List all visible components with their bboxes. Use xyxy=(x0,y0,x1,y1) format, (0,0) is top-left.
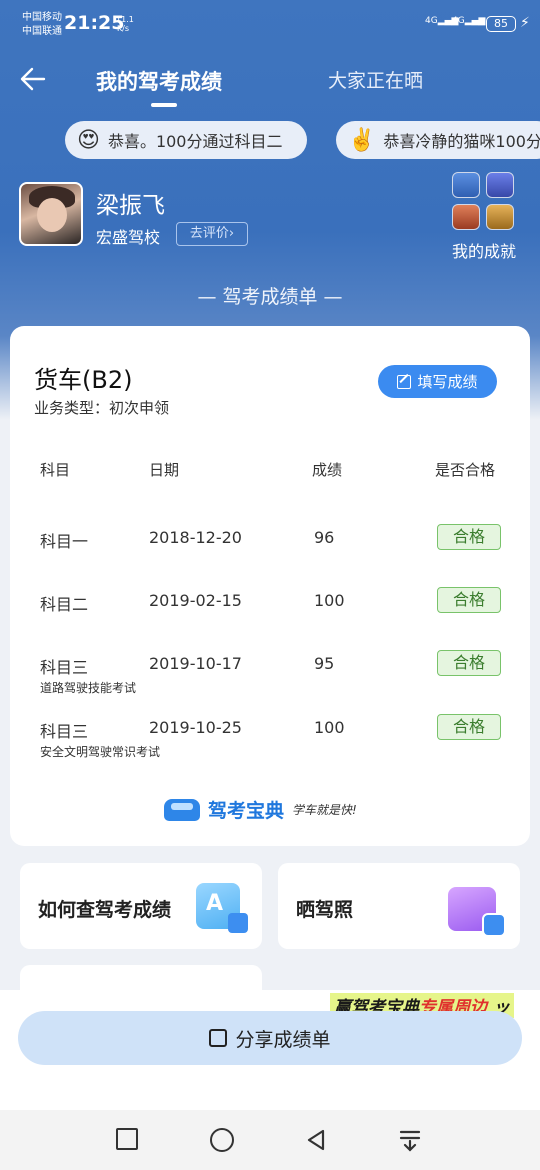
search-document-icon: A xyxy=(196,883,248,933)
signal-label-1: 4G xyxy=(425,16,438,26)
business-type: 业务类型：初次申领 xyxy=(34,399,170,417)
carrier-1: 中国移动 xyxy=(22,12,62,23)
table-row: 科目三 2019-10-25 100 合格 安全文明驾驶常识考试 xyxy=(10,714,530,778)
notification-pull-icon[interactable] xyxy=(398,1128,422,1152)
date-cell: 2019-02-15 xyxy=(149,591,242,610)
header-score: 成绩 xyxy=(312,461,343,479)
signal-label-2: 4G xyxy=(452,16,465,26)
how-to-query-card[interactable]: 如何查驾考成绩 A xyxy=(20,863,262,949)
share-button-label: 分享成绩单 xyxy=(235,1028,331,1051)
pass-badge: 合格 xyxy=(437,524,501,550)
pass-badge: 合格 xyxy=(437,714,501,740)
header-date: 日期 xyxy=(149,461,180,479)
vehicle-type: 货车(B2) xyxy=(34,366,133,394)
score-cell: 100 xyxy=(314,718,345,737)
exam-note: 安全文明驾驶常识考试 xyxy=(40,745,161,759)
back-triangle-icon[interactable] xyxy=(304,1128,328,1152)
ticker-text: 恭喜。100分通过科目二 xyxy=(107,132,283,151)
table-row: 科目一 2018-12-20 96 合格 xyxy=(10,524,530,588)
battery-icon: 85 xyxy=(486,16,516,32)
network-speed: 11.1 K/s xyxy=(116,15,134,33)
score-card: 货车(B2) 业务类型：初次申领 填写成绩 科目 日期 成绩 是否合格 科目一 … xyxy=(10,326,530,846)
edit-icon xyxy=(397,374,412,389)
brand-logo: 驾考宝典 学车就是快! xyxy=(164,796,357,823)
avatar[interactable] xyxy=(19,182,83,246)
tab-everyone-sharing[interactable]: 大家正在晒 xyxy=(328,66,423,93)
subject-cell: 科目二 xyxy=(40,595,89,614)
photo-camera-icon xyxy=(448,887,506,937)
carrier-2: 中国联通 xyxy=(22,26,62,37)
pass-badge: 合格 xyxy=(437,587,501,613)
carrier-labels: 中国移动 中国联通 xyxy=(22,11,62,39)
charging-icon: ⚡ xyxy=(520,15,530,31)
driving-school: 宏盛驾校 xyxy=(96,228,161,247)
signal-icon-2: 4G▂▄▆ xyxy=(452,16,486,26)
home-icon[interactable] xyxy=(210,1128,234,1152)
badge-icon xyxy=(486,172,514,198)
score-cell: 96 xyxy=(314,528,335,547)
brand-slogan: 学车就是快! xyxy=(292,803,357,817)
share-license-card[interactable]: 晒驾照 xyxy=(278,863,520,949)
table-row: 科目三 2019-10-17 95 合格 道路驾驶技能考试 xyxy=(10,650,530,714)
pass-badge: 合格 xyxy=(437,650,501,676)
net-speed-value: 11.1 xyxy=(116,15,134,24)
section-title: — 驾考成绩单 — xyxy=(197,286,343,308)
share-report-button[interactable]: 分享成绩单 xyxy=(18,1011,522,1065)
achievement-badges[interactable] xyxy=(452,172,518,234)
system-nav-bar xyxy=(0,1110,540,1170)
ticker-item[interactable]: 😍 恭喜。100分通过科目二 xyxy=(65,121,307,159)
recent-apps-icon[interactable] xyxy=(116,1128,138,1150)
badge-icon xyxy=(452,204,480,230)
how-to-query-label: 如何查驾考成绩 xyxy=(38,899,172,921)
subject-cell: 科目三 xyxy=(40,722,89,741)
share-license-label: 晒驾照 xyxy=(296,899,354,921)
header-pass: 是否合格 xyxy=(435,461,496,479)
share-icon xyxy=(209,1029,228,1047)
badge-icon xyxy=(486,204,514,230)
victory-hand-emoji-icon: ✌️ xyxy=(348,127,376,153)
table-row: 科目二 2019-02-15 100 合格 xyxy=(10,587,530,651)
car-logo-icon xyxy=(164,798,200,821)
subject-cell: 科目三 xyxy=(40,658,89,677)
ticker-text: 恭喜冷静的猫咪100分 xyxy=(383,132,540,151)
score-cell: 95 xyxy=(314,654,335,673)
star-eyes-emoji-icon: 😍 xyxy=(77,127,100,153)
badge-icon xyxy=(452,172,480,198)
fill-score-button[interactable]: 填写成绩 xyxy=(378,365,497,398)
subject-cell: 科目一 xyxy=(40,532,89,551)
tab-my-scores[interactable]: 我的驾考成绩 xyxy=(96,66,222,96)
status-bar: 中国移动 中国联通 21:25 11.1 K/s 4G▂▄▆ 4G▂▄▆ 85 … xyxy=(0,0,540,52)
achievements-label[interactable]: 我的成就 xyxy=(452,238,516,262)
date-cell: 2019-10-25 xyxy=(149,718,242,737)
date-cell: 2019-10-17 xyxy=(149,654,242,673)
brand-name: 驾考宝典 xyxy=(208,800,285,822)
date-cell: 2018-12-20 xyxy=(149,528,242,547)
fill-score-label: 填写成绩 xyxy=(417,373,478,391)
rate-button-label: 去评价 xyxy=(189,226,229,241)
tab-indicator xyxy=(151,103,177,107)
net-speed-unit: K/s xyxy=(116,24,130,33)
score-cell: 100 xyxy=(314,591,345,610)
ticker-item[interactable]: ✌️ 恭喜冷静的猫咪100分 xyxy=(336,121,540,159)
rate-button[interactable]: 去评价› xyxy=(176,222,248,246)
exam-note: 道路驾驶技能考试 xyxy=(40,681,137,695)
user-name: 梁振飞 xyxy=(96,193,165,219)
header-subject: 科目 xyxy=(40,461,71,479)
back-arrow-icon[interactable] xyxy=(18,64,50,96)
